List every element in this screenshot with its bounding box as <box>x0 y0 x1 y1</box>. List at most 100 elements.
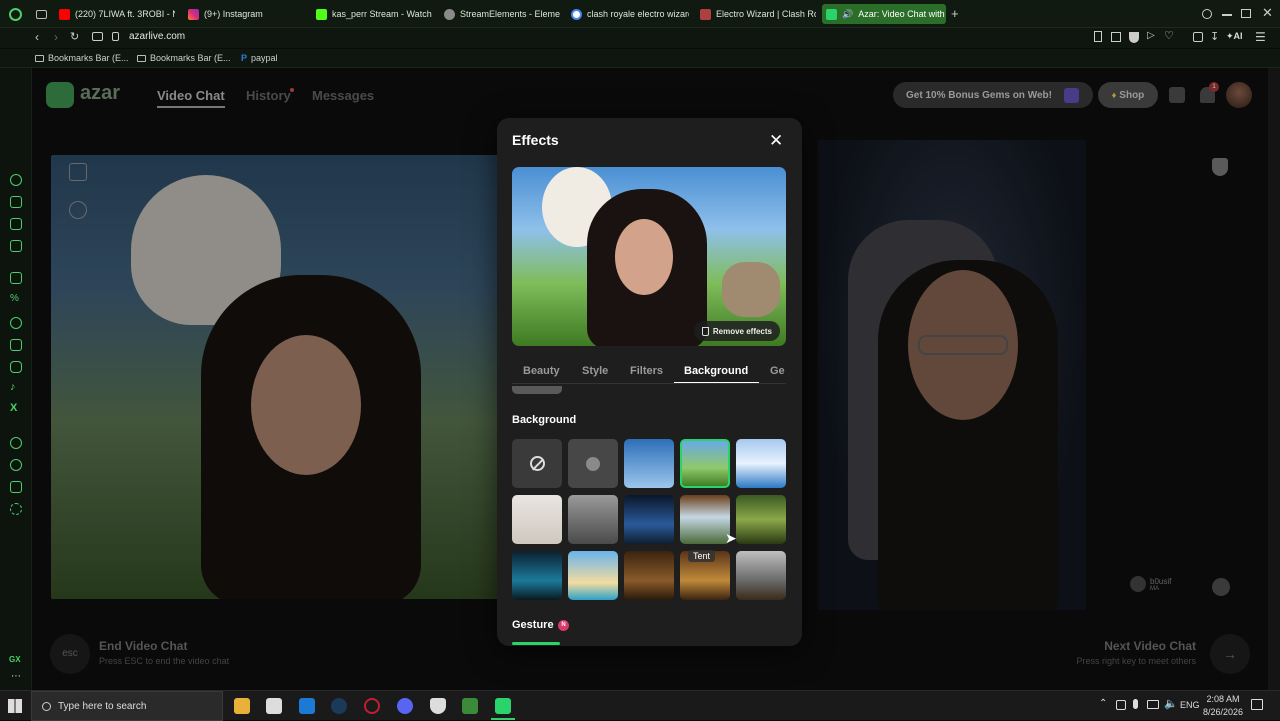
volume-icon[interactable]: 🔈 <box>1164 697 1178 710</box>
gesture-thumb-strip[interactable] <box>512 642 560 645</box>
tiktok-icon[interactable]: ♪ <box>10 381 16 393</box>
bg-blur-person[interactable] <box>568 439 618 488</box>
close-window-icon[interactable]: ✕ <box>1262 5 1273 21</box>
percent-icon[interactable]: % <box>10 293 19 304</box>
bg-neon-stage[interactable] <box>512 551 562 600</box>
whatsapp-icon[interactable] <box>10 317 22 329</box>
minimize-icon[interactable] <box>1222 14 1232 16</box>
scrolled-thumb[interactable] <box>512 386 562 394</box>
esc-key[interactable]: esc <box>50 634 90 674</box>
extensions-icon[interactable] <box>10 481 22 493</box>
store-icon[interactable] <box>1169 87 1185 103</box>
steam-icon[interactable] <box>331 698 347 714</box>
remove-effects-button[interactable]: Remove effects <box>693 321 780 341</box>
discord-taskbar-icon[interactable] <box>397 698 413 714</box>
close-icon[interactable]: ✕ <box>769 131 783 151</box>
tab-filters[interactable]: Filters <box>630 365 663 377</box>
crop-icon[interactable] <box>1111 32 1121 42</box>
search-tabs-icon[interactable] <box>1202 9 1212 19</box>
tray-app-icon[interactable] <box>1116 700 1126 710</box>
tab-instagram[interactable]: (9+) Instagram <box>188 4 298 24</box>
menu-icon[interactable]: ☰ <box>1255 30 1266 44</box>
settings-icon[interactable] <box>10 503 22 515</box>
shop-button[interactable]: ♦ Shop <box>1098 82 1158 108</box>
browser-logo-icon[interactable] <box>9 8 22 21</box>
microphone-icon[interactable] <box>1133 699 1138 709</box>
next-chat-title[interactable]: Next Video Chat <box>1104 639 1196 653</box>
instagram-sidebar-icon[interactable] <box>10 361 22 373</box>
tab-kick[interactable]: kas_perr Stream - Watch L <box>316 4 432 24</box>
tray-chevron-icon[interactable]: ⌃ <box>1099 698 1107 709</box>
notes-icon[interactable] <box>10 218 22 230</box>
tab-azar[interactable]: 🔊 Azar: Video Chat with F <box>822 4 946 24</box>
azar-taskbar-icon[interactable] <box>495 698 511 714</box>
end-chat-title[interactable]: End Video Chat <box>99 639 187 653</box>
expand-icon[interactable] <box>69 163 87 181</box>
language-indicator[interactable]: ENG <box>1180 700 1200 710</box>
history-icon[interactable] <box>10 459 22 471</box>
tab-background[interactable]: Background <box>684 365 748 377</box>
bg-cat-meadow[interactable] <box>680 439 730 488</box>
bg-tent[interactable] <box>680 495 730 544</box>
next-arrow-icon[interactable]: → <box>1210 634 1250 674</box>
shield-app-icon[interactable] <box>430 698 446 714</box>
back-icon[interactable]: ‹ <box>35 30 39 44</box>
bg-clouds[interactable] <box>624 439 674 488</box>
taskbar-search[interactable]: Type here to search <box>31 691 223 721</box>
new-tab-button[interactable]: + <box>951 6 959 21</box>
tab-messages[interactable]: Messages <box>312 88 374 103</box>
file-explorer-icon[interactable] <box>234 698 250 714</box>
clock-date[interactable]: 8/26/2026 <box>1200 707 1246 717</box>
play-icon[interactable]: ▷ <box>1147 30 1155 41</box>
opera-gx-icon[interactable] <box>364 698 380 714</box>
bg-none[interactable] <box>512 439 562 488</box>
azar-logo[interactable]: azar <box>80 82 120 105</box>
bg-cafe[interactable] <box>736 551 786 600</box>
tab-electro-wizard[interactable]: Electro Wizard | Clash Roy <box>700 4 816 24</box>
tab-gesture[interactable]: Ge <box>770 365 785 377</box>
page-scrollbar[interactable] <box>1268 68 1280 690</box>
bg-white-room[interactable] <box>512 495 562 544</box>
bg-office[interactable] <box>568 495 618 544</box>
discord-icon[interactable] <box>10 339 22 351</box>
windows-start-icon[interactable] <box>8 699 22 713</box>
bg-space-earth[interactable] <box>624 495 674 544</box>
magic-wand-icon[interactable] <box>69 201 87 219</box>
tab-style[interactable]: Style <box>582 365 608 377</box>
clock-time[interactable]: 2:08 AM <box>1206 694 1240 704</box>
player-icon[interactable] <box>10 437 22 449</box>
promo-button[interactable]: Get 10% Bonus Gems on Web! <box>893 82 1093 108</box>
bookmark-folder-1[interactable]: Bookmarks Bar (E... <box>35 53 129 63</box>
shield-icon[interactable] <box>1129 32 1139 43</box>
speed-dial-icon[interactable] <box>10 174 22 186</box>
tab-beauty[interactable]: Beauty <box>523 365 560 377</box>
bg-ocean-wave[interactable] <box>736 439 786 488</box>
bg-forest[interactable] <box>736 495 786 544</box>
reload-icon[interactable]: ↻ <box>70 30 79 43</box>
mail-icon[interactable] <box>299 698 315 714</box>
forward-icon[interactable]: › <box>54 30 58 44</box>
more-icon[interactable]: ⋯ <box>11 671 21 682</box>
workspaces-icon[interactable] <box>36 10 47 19</box>
wallet-icon[interactable] <box>1193 32 1203 42</box>
chat-bubble-icon[interactable] <box>1212 578 1230 596</box>
tab-video-chat[interactable]: Video Chat <box>157 88 225 108</box>
bg-beach[interactable] <box>568 551 618 600</box>
bookmark-icon[interactable] <box>1094 31 1102 42</box>
notifications-icon[interactable] <box>1251 699 1263 710</box>
pinboard-icon[interactable] <box>10 196 22 208</box>
ai-icon[interactable]: ✦AI <box>1226 31 1243 42</box>
bookmark-paypal[interactable]: P paypal <box>241 53 278 63</box>
download-icon[interactable]: ↧ <box>1210 30 1219 43</box>
tab-history[interactable]: History <box>246 88 291 103</box>
azar-logo-icon[interactable] <box>46 82 74 108</box>
tab-youtube[interactable]: (220) 7LIWA ft. 3ROBI - NA <box>59 4 175 24</box>
x-icon[interactable]: X <box>10 402 17 414</box>
messenger-icon[interactable] <box>10 240 22 252</box>
report-shield-icon[interactable] <box>1212 158 1228 176</box>
tab-google-search[interactable]: clash royale electro wizard <box>571 4 689 24</box>
heart-icon[interactable]: ♡ <box>1164 29 1174 42</box>
gx-icon[interactable]: GX <box>9 655 21 664</box>
vector-app-icon[interactable] <box>462 698 478 714</box>
network-icon[interactable] <box>1147 700 1159 709</box>
